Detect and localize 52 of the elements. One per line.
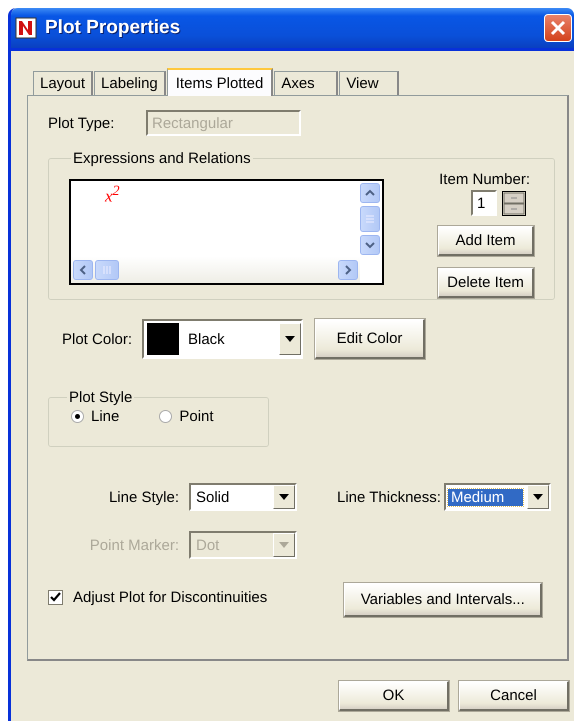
caret-icon — [285, 336, 295, 342]
dropdown[interactable]: Solid — [189, 483, 297, 511]
scroll-left-button[interactable] — [73, 260, 93, 280]
list-action-button[interactable]: Add Item — [438, 226, 534, 256]
expression-list[interactable]: x$^{2}$ — [69, 179, 384, 285]
checkbox-label: Adjust Plot for Discontinuities — [73, 589, 268, 606]
tab[interactable]: Items Plotted — [166, 68, 274, 96]
scroll-up-button[interactable] — [360, 183, 380, 203]
radio-button[interactable] — [159, 410, 172, 423]
scroll-thumb[interactable] — [360, 206, 380, 232]
grip-icon — [102, 266, 112, 274]
field-label: Line Thickness: — [337, 488, 441, 506]
tab[interactable]: Layout — [33, 71, 94, 95]
radio-label: Line — [91, 408, 120, 425]
field-label: Line Style: — [108, 488, 179, 506]
tab[interactable]: Axes — [274, 71, 338, 95]
expression-item[interactable]: x$^{2}$ — [71, 183, 360, 207]
number-field[interactable]: 1 — [471, 190, 497, 216]
app-icon — [15, 17, 37, 39]
list-action-button[interactable]: Delete Item — [438, 268, 534, 298]
field-label: Plot Color: — [62, 330, 134, 348]
caret-icon — [532, 494, 543, 500]
field-label: Point Marker: — [88, 536, 179, 554]
field-label: Item Number: — [439, 171, 530, 188]
spinner-control[interactable] — [502, 190, 526, 216]
window-title: Plot Properties — [45, 17, 182, 39]
radio-button[interactable] — [71, 410, 84, 423]
scroll-thumb[interactable] — [95, 260, 119, 280]
group-title: Plot Style — [68, 389, 134, 406]
close-icon — [550, 20, 566, 36]
field-label: Plot Type: — [48, 114, 116, 132]
variables-button[interactable]: Variables and Intervals... — [344, 583, 542, 617]
dropdown[interactable]: Medium — [444, 483, 551, 511]
scroll-right-button[interactable] — [338, 260, 358, 280]
dialog-button[interactable]: OK — [339, 681, 449, 711]
group-title: Expressions and Relations — [72, 150, 252, 167]
close-button[interactable] — [544, 14, 572, 42]
scroll-down-button[interactable] — [360, 235, 380, 255]
caret-icon — [279, 494, 289, 500]
caret-icon — [279, 542, 289, 548]
edit-color-button[interactable]: Edit Color — [315, 319, 425, 359]
checkbox[interactable] — [48, 590, 63, 605]
chevron-right-icon — [343, 265, 353, 275]
dialog-button[interactable]: Cancel — [459, 681, 569, 711]
chevron-down-icon — [365, 240, 375, 250]
tab[interactable]: View — [339, 71, 400, 95]
chevron-left-icon — [78, 265, 88, 275]
tab[interactable]: Labeling — [94, 71, 166, 95]
grip-icon — [366, 214, 374, 224]
radio-label: Point — [179, 408, 214, 425]
chevron-up-icon — [365, 188, 375, 198]
color-dropdown[interactable]: Black — [142, 319, 303, 359]
